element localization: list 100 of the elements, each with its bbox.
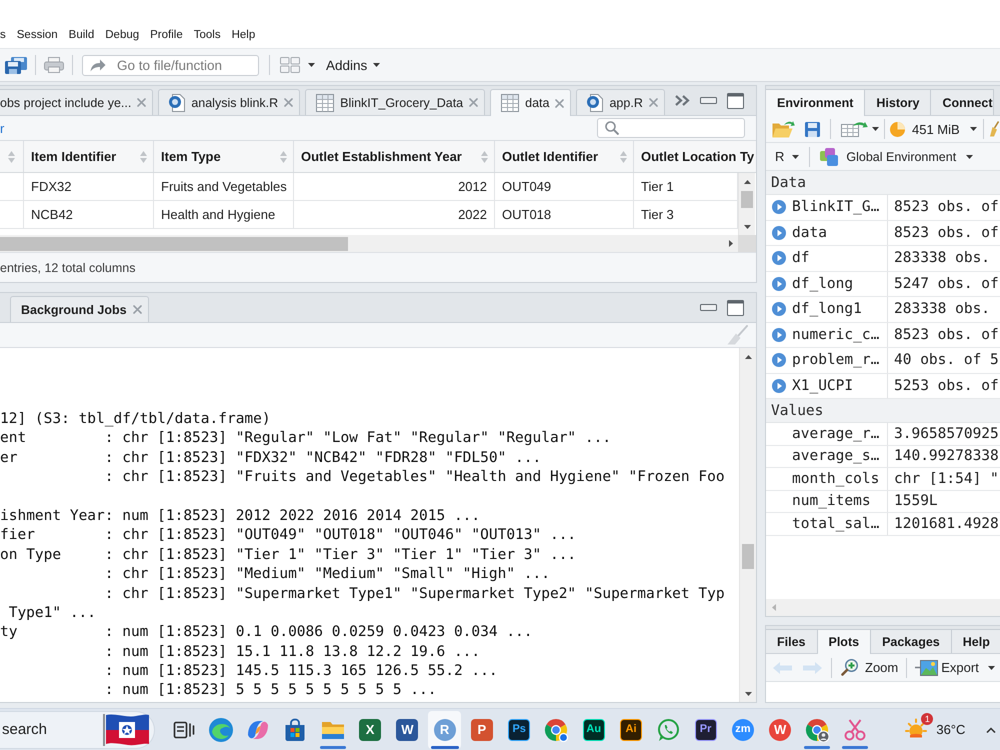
menu-item[interactable]: Debug <box>105 28 140 42</box>
vertical-scrollbar[interactable] <box>738 173 755 235</box>
taskbar-app-button[interactable]: Pr <box>689 710 722 748</box>
pane-tab[interactable]: Files <box>766 629 818 653</box>
printer-icon[interactable] <box>44 57 64 73</box>
pane-tab[interactable]: History <box>865 89 932 115</box>
variable-row[interactable]: BlinkIT_G… 8523 obs. of <box>766 195 1000 220</box>
scroll-arrow-icon[interactable] <box>729 240 733 247</box>
play-circle-icon[interactable] <box>772 276 786 291</box>
variable-row[interactable]: average_s… 140.99278338 <box>766 446 1000 468</box>
save-icon[interactable] <box>805 122 820 136</box>
variable-row[interactable]: month_cols chr [1:54] " <box>766 468 1000 490</box>
scroll-arrow-icon[interactable] <box>744 354 752 358</box>
variable-row[interactable]: problem_r… 40 obs. of 5 <box>766 348 1000 374</box>
pane-tab[interactable]: Environment <box>766 89 866 116</box>
column-header[interactable]: Outlet Establishment Year <box>294 141 495 172</box>
taskbar-app-button[interactable]: W <box>390 710 424 748</box>
play-circle-icon[interactable] <box>772 353 786 368</box>
chevron-up-icon[interactable] <box>986 726 996 732</box>
minimize-icon[interactable] <box>700 97 717 104</box>
menu-item[interactable]: Profile <box>150 28 183 42</box>
save-all-icon[interactable] <box>5 56 27 74</box>
broom-icon[interactable] <box>990 121 999 137</box>
variable-value: 8523 obs. of <box>893 198 1000 218</box>
scrollbar-thumb[interactable] <box>0 236 348 250</box>
taskbar-app-button[interactable]: W <box>764 710 797 748</box>
search-field[interactable] <box>597 118 745 138</box>
memory-usage-dropdown[interactable]: 451 MiB <box>890 122 977 136</box>
close-icon[interactable] <box>284 98 294 107</box>
variable-row[interactable]: data 8523 obs. of <box>766 220 1000 246</box>
vertical-scrollbar[interactable] <box>739 348 756 702</box>
close-icon[interactable] <box>648 98 658 107</box>
editor-tab[interactable]: BlinkIT_Grocery_Data <box>305 89 486 115</box>
variable-row[interactable]: num_items 1559L <box>766 490 1000 513</box>
taskbar-app-button[interactable]: Ai <box>614 710 648 748</box>
menu-item[interactable]: Build <box>68 28 94 42</box>
taskbar-app-button[interactable]: Ps <box>502 710 536 748</box>
taskbar-app-button[interactable]: Au <box>577 710 610 748</box>
pane-tab[interactable]: Connect <box>931 89 994 115</box>
double-chevron-icon[interactable] <box>674 95 690 106</box>
language-dropdown[interactable]: R <box>775 149 800 164</box>
close-icon[interactable] <box>469 98 478 107</box>
maximize-icon[interactable] <box>727 92 744 108</box>
grid-icon[interactable] <box>280 57 300 73</box>
variable-row[interactable]: df 283338 obs. <box>766 246 1000 272</box>
play-circle-icon[interactable] <box>772 251 786 266</box>
menu-item[interactable]: Tools <box>194 28 221 42</box>
minimize-icon[interactable] <box>700 304 717 311</box>
horizontal-scrollbar[interactable] <box>766 599 1000 616</box>
close-icon[interactable] <box>137 98 146 107</box>
variable-row[interactable]: df_long 5247 obs. of <box>766 272 1000 297</box>
variable-row[interactable]: total_sal… 1201681.4928 <box>766 513 1000 536</box>
close-icon[interactable] <box>555 98 564 108</box>
menu-item[interactable]: Session <box>16 28 58 42</box>
temperature-text[interactable]: 36°C <box>936 722 966 737</box>
editor-tab[interactable]: obs project include ye... <box>0 89 154 115</box>
go-to-file-field[interactable]: Go to file/function <box>82 54 259 76</box>
scroll-arrow-icon[interactable] <box>744 180 750 184</box>
shopping-bag-icon <box>283 718 308 742</box>
play-circle-icon[interactable] <box>772 200 786 214</box>
taskbar-app-button[interactable]: X <box>354 710 387 748</box>
variable-row[interactable]: numeric_c… 8523 obs. of <box>766 322 1000 348</box>
maximize-icon[interactable] <box>727 300 744 316</box>
caret-icon[interactable] <box>308 63 315 67</box>
editor-tab[interactable]: analysis blink.R <box>158 89 300 115</box>
pane-tab[interactable]: Help <box>952 629 1000 653</box>
play-circle-icon[interactable] <box>772 378 786 393</box>
taskbar-app-button[interactable]: P <box>465 710 498 748</box>
menu-item[interactable]: s <box>0 28 6 42</box>
scrollbar-thumb[interactable] <box>741 191 753 208</box>
variable-row[interactable]: average_r… 3.9658570925 <box>766 423 1000 446</box>
export-menu[interactable]: Export <box>915 659 995 676</box>
pane-tab[interactable]: Packages <box>871 629 952 653</box>
scroll-arrow-icon[interactable] <box>744 692 752 696</box>
editor-tab[interactable]: app.R <box>576 89 665 115</box>
play-circle-icon[interactable] <box>772 328 786 342</box>
pane-tab[interactable]: Plots <box>818 629 872 654</box>
pane-tab[interactable]: Background Jobs <box>10 296 149 322</box>
addins-menu[interactable]: Addins <box>326 58 380 72</box>
column-header[interactable]: Outlet Identifier <box>495 141 634 172</box>
play-circle-icon[interactable] <box>772 226 786 240</box>
zoom-button[interactable]: Zoom <box>841 659 898 676</box>
horizontal-scrollbar[interactable] <box>0 235 738 252</box>
close-icon[interactable] <box>132 305 142 314</box>
variable-name: BlinkIT_G… <box>792 195 888 220</box>
variable-row[interactable]: df_long1 283338 obs. <box>766 297 1000 322</box>
chat-bubble-icon <box>656 718 680 742</box>
column-header[interactable]: Outlet Location Ty <box>634 141 756 172</box>
open-folder-icon[interactable] <box>772 120 795 138</box>
column-header[interactable]: Item Identifier <box>24 141 154 172</box>
environment-dropdown[interactable]: Global Environment <box>820 148 974 166</box>
scroll-arrow-icon[interactable] <box>744 224 750 228</box>
scrollbar-thumb[interactable] <box>742 544 754 569</box>
play-circle-icon[interactable] <box>772 302 786 316</box>
stacked-squares-icon <box>820 148 838 166</box>
caret-icon[interactable] <box>872 127 879 131</box>
filter-link[interactable]: r <box>0 120 4 136</box>
column-header[interactable]: Item Type <box>154 141 294 172</box>
editor-tab[interactable]: data <box>490 89 572 116</box>
menu-item[interactable]: Help <box>232 28 256 42</box>
